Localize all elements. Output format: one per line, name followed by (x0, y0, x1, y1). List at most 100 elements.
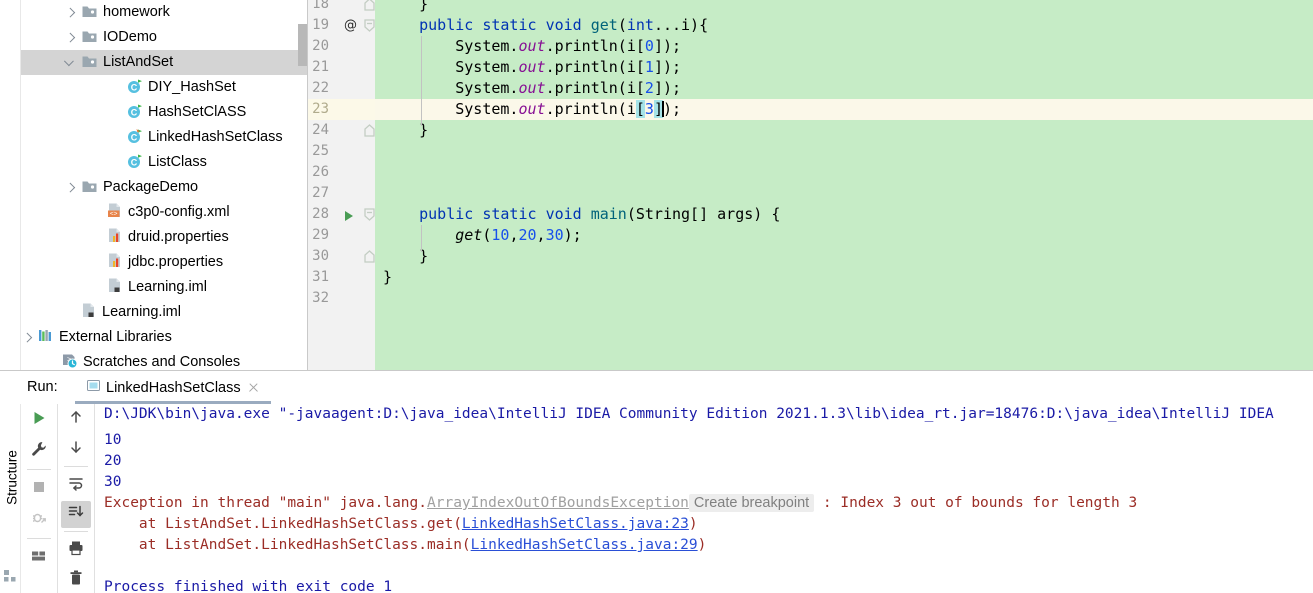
previous-occurrence-button[interactable] (61, 406, 91, 433)
run-tab-linkedhashsetclass[interactable]: LinkedHashSetClass (82, 375, 264, 400)
stack-frame-suffix: ) (688, 516, 698, 532)
tree-item-label: PackageDemo (103, 179, 199, 196)
tree-item-learning-iml[interactable]: Learning.iml (21, 275, 308, 300)
stack-frame-link[interactable]: LinkedHashSetClass.java:29 (471, 537, 698, 553)
exception-name-link[interactable]: ArrayIndexOutOfBoundsException (427, 495, 689, 511)
tree-item-learning-iml[interactable]: Learning.iml (21, 300, 308, 325)
scroll-to-end-button[interactable] (61, 501, 91, 529)
tree-item-packagedemo[interactable]: PackageDemo (21, 175, 308, 200)
run-gutter-icon[interactable] (343, 204, 355, 225)
chevron-right-icon[interactable] (21, 331, 34, 344)
code-line[interactable]: public static void main(String[] args) { (375, 204, 1313, 225)
gutter-line-number: 20 (312, 38, 329, 54)
code-line[interactable]: } (375, 0, 1313, 15)
run-label: Run: (27, 379, 58, 395)
fold-collapse-icon[interactable] (364, 15, 375, 36)
code-line[interactable] (375, 183, 1313, 204)
structure-stripe-label[interactable]: Structure (5, 440, 20, 516)
code-line[interactable]: } (375, 120, 1313, 141)
tree-item-homework[interactable]: homework (21, 0, 308, 25)
stop-button[interactable] (24, 475, 54, 504)
code-line[interactable]: } (375, 246, 1313, 267)
scroll-to-end-icon (67, 503, 85, 526)
code-line[interactable] (375, 141, 1313, 162)
annotation-marker-icon[interactable]: @ (344, 15, 357, 36)
tree-item-label: ListAndSet (103, 54, 174, 71)
run-toolbar-right[interactable] (58, 404, 95, 593)
run-console[interactable]: D:\JDK\bin\java.exe "-javaagent:D:\java_… (96, 404, 1313, 593)
project-tree[interactable]: homework IODemo ListAndSet C DIY_HashSet C Has… (21, 0, 308, 370)
indent-guide (421, 36, 422, 126)
tree-item-label: External Libraries (59, 329, 172, 346)
close-icon[interactable] (247, 381, 260, 394)
clear-all-button[interactable] (61, 567, 91, 593)
scrollbar-thumb[interactable] (298, 24, 307, 66)
fold-end-icon[interactable] (364, 0, 375, 15)
structure-tool-window-stripe[interactable]: Structure (0, 404, 21, 593)
gutter-line-number: 23 (308, 99, 375, 120)
scratches-icon: >_ (61, 352, 78, 370)
svg-text:C: C (131, 132, 138, 142)
tree-item-listclass[interactable]: C ListClass (21, 150, 308, 175)
rerun-button[interactable] (24, 406, 54, 435)
next-occurrence-button[interactable] (61, 435, 91, 462)
console-output-line: 20 (104, 453, 122, 469)
run-tool-window-header: Run: LinkedHashSetClass (0, 371, 1313, 404)
stack-frame-text: at ListAndSet.LinkedHashSetClass.main( (104, 537, 471, 553)
code-line[interactable]: System.out.println(i[3]); (375, 99, 1313, 120)
tree-item-listandset[interactable]: ListAndSet (21, 50, 308, 75)
tree-item-linkedhashsetclass[interactable]: C LinkedHashSetClass (21, 125, 308, 150)
chevron-down-icon[interactable] (64, 56, 77, 69)
fold-end-icon[interactable] (364, 120, 375, 141)
tree-item-druid-properties[interactable]: druid.properties (21, 225, 308, 250)
code-line[interactable]: System.out.println(i[2]); (375, 78, 1313, 99)
java-class-icon: C (127, 153, 143, 173)
editor-code-area[interactable]: } public static void get(int...i){ Syste… (375, 0, 1313, 370)
code-line[interactable]: } (375, 267, 1313, 288)
tree-item-label: LinkedHashSetClass (148, 129, 283, 146)
soft-wrap-button[interactable] (61, 472, 91, 499)
chevron-right-icon[interactable] (64, 181, 77, 194)
tree-item-jdbc-properties[interactable]: jdbc.properties (21, 250, 308, 275)
project-tool-window[interactable]: homework IODemo ListAndSet C DIY_HashSet C Has… (21, 0, 308, 370)
libraries-icon (38, 328, 54, 347)
edit-configurations-button[interactable] (24, 437, 54, 466)
tree-item-label: ListClass (148, 154, 207, 171)
layout-button[interactable] (24, 544, 54, 573)
folder-icon (81, 177, 98, 198)
console-exception-line: Exception in thread "main" java.lang.Arr… (104, 493, 1137, 514)
folder-icon (81, 52, 98, 73)
tree-item-c3p0-config-xml[interactable]: <> c3p0-config.xml (21, 200, 308, 225)
tree-item-iodemo[interactable]: IODemo (21, 25, 308, 50)
code-line[interactable]: System.out.println(i[1]); (375, 57, 1313, 78)
code-line[interactable]: public static void get(int...i){ (375, 15, 1313, 36)
rerun-failed-tests-button[interactable] (24, 506, 54, 535)
chevron-right-icon[interactable] (64, 31, 77, 44)
tree-item-hashsetclass[interactable]: C HashSetClASS (21, 100, 308, 125)
code-line[interactable]: System.out.println(i[0]); (375, 36, 1313, 57)
editor-gutter[interactable]: 18 19 @20 21 22 23 24 25 26 27 28 29 30 31 32 (308, 0, 375, 370)
iml-file-icon (107, 277, 123, 298)
code-line[interactable] (375, 288, 1313, 309)
code-line[interactable] (375, 162, 1313, 183)
tree-item-label: jdbc.properties (128, 254, 224, 271)
code-line[interactable]: get(10,20,30); (375, 225, 1313, 246)
tree-item-external-libraries[interactable]: External Libraries (21, 325, 308, 350)
chevron-right-icon[interactable] (64, 6, 77, 19)
gutter-line-number: 22 (312, 80, 329, 96)
fold-end-icon[interactable] (364, 246, 375, 267)
tree-item-scratches-and-consoles[interactable]: >_ Scratches and Consoles (21, 350, 308, 370)
create-breakpoint-link[interactable]: Create breakpoint (688, 494, 815, 512)
toolbar-separator (64, 531, 88, 533)
print-button[interactable] (61, 537, 91, 564)
stack-frame-link[interactable]: LinkedHashSetClass.java:23 (462, 516, 689, 532)
tree-item-diy-hashset[interactable]: C DIY_HashSet (21, 75, 308, 100)
code-editor[interactable]: 18 19 @20 21 22 23 24 25 26 27 28 29 30 31 32 } public… (308, 0, 1313, 370)
fold-collapse-icon[interactable] (364, 204, 375, 225)
project-tree-scrollbar[interactable] (298, 0, 307, 370)
run-toolbar-left[interactable] (21, 404, 58, 593)
